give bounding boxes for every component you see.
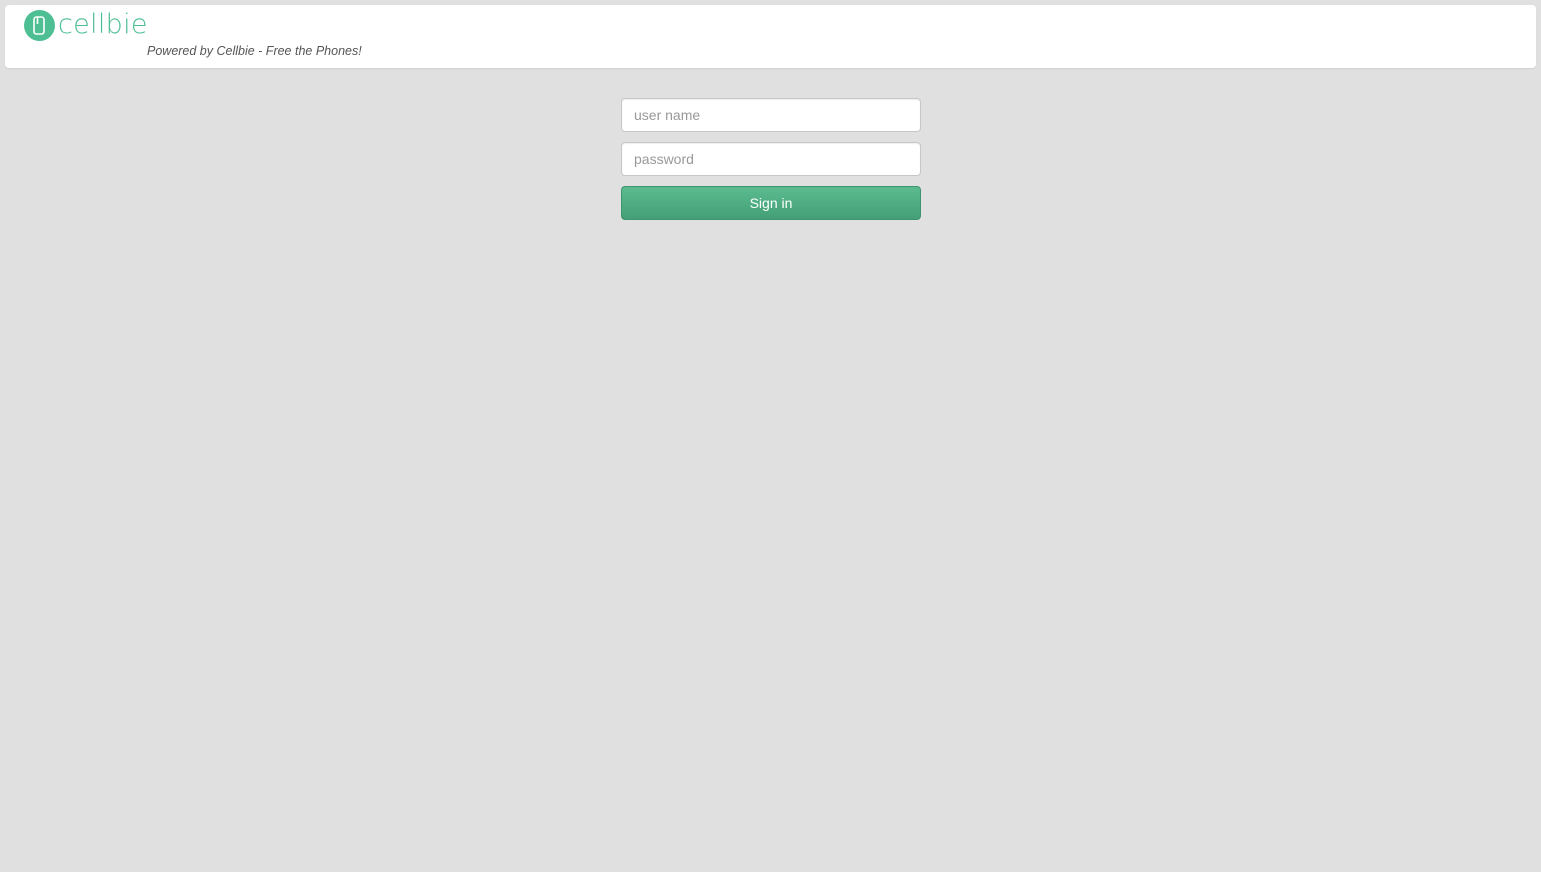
logo[interactable]: cellbie bbox=[24, 9, 148, 41]
password-input[interactable] bbox=[621, 142, 921, 176]
phone-icon bbox=[24, 9, 55, 41]
sign-in-button[interactable]: Sign in bbox=[621, 186, 921, 220]
header-bar: cellbie Powered by Cellbie - Free the Ph… bbox=[5, 5, 1536, 68]
brand-tagline: Powered by Cellbie - Free the Phones! bbox=[147, 44, 362, 58]
username-input[interactable] bbox=[621, 98, 921, 132]
login-form: Sign in bbox=[621, 98, 921, 220]
brand-name: cellbie bbox=[58, 9, 148, 40]
